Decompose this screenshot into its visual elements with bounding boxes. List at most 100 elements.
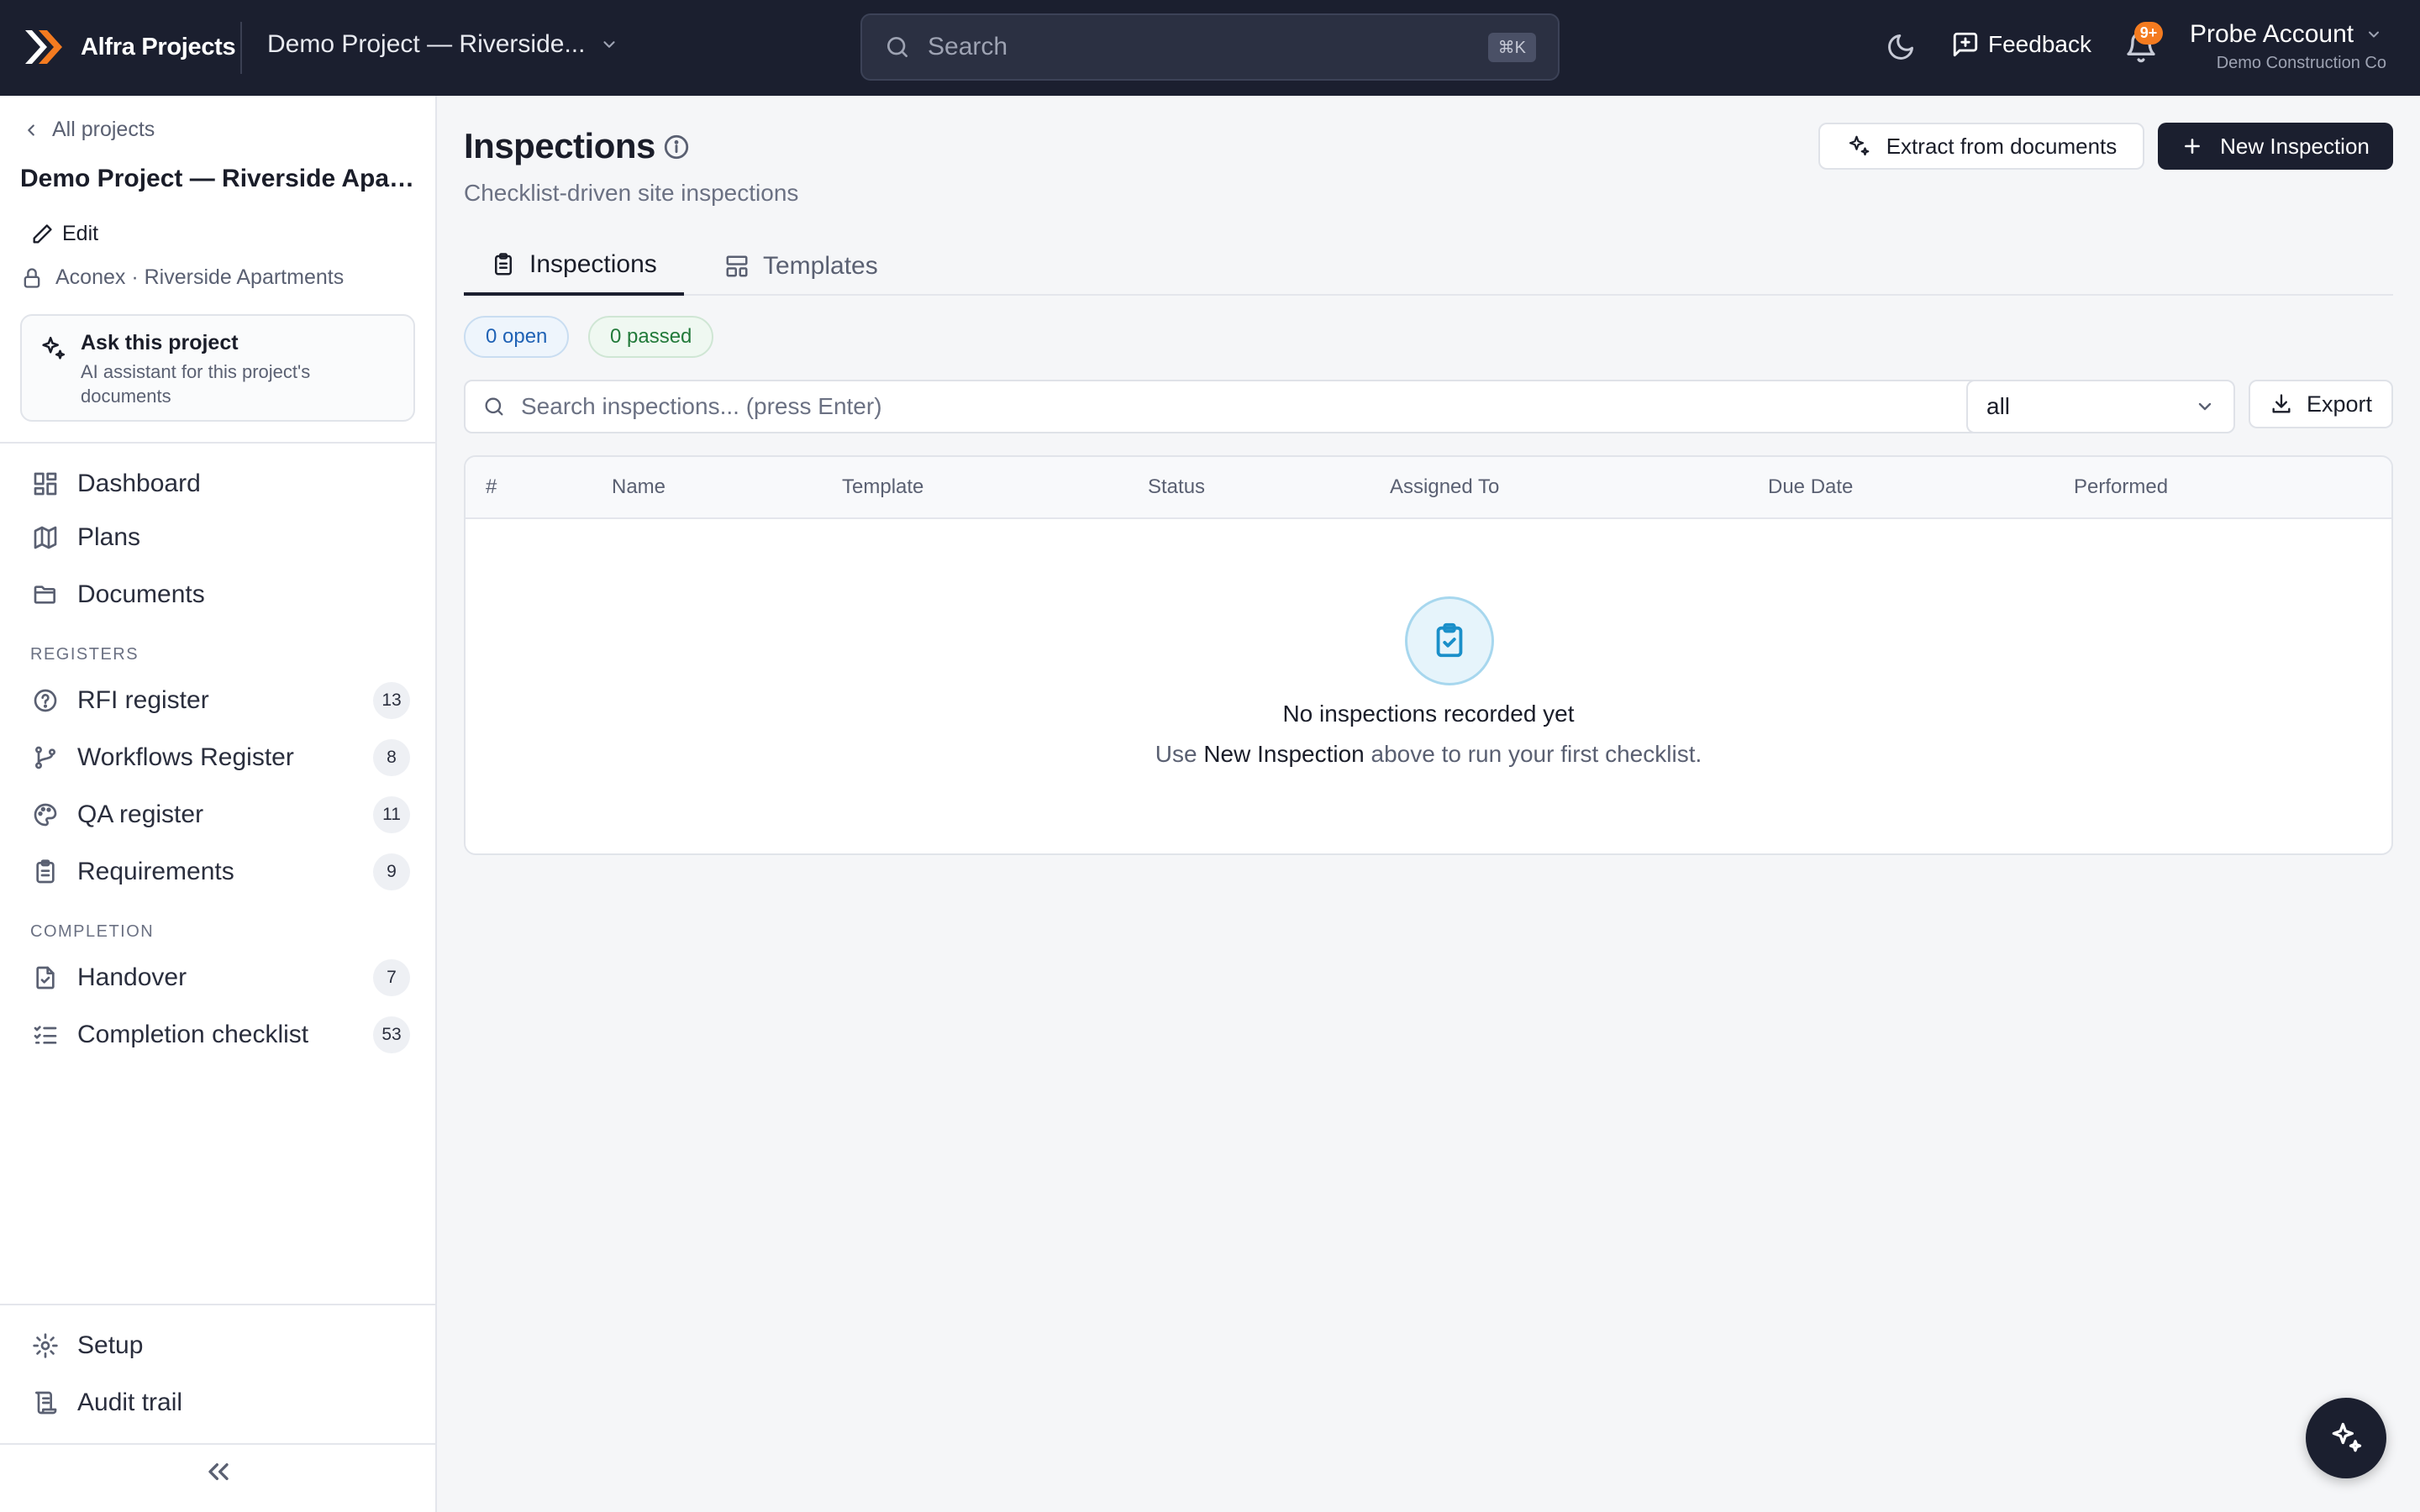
gear-icon (33, 1333, 58, 1358)
new-inspection-button[interactable]: New Inspection (2158, 123, 2393, 170)
sidebar-item-setup[interactable]: Setup (32, 1320, 410, 1371)
column-header-due-date[interactable]: Due Date (1768, 475, 1853, 499)
account-org: Demo Construction Co (2216, 54, 2386, 72)
inspections-search-input[interactable] (521, 393, 1961, 420)
back-to-projects-link[interactable]: All projects (22, 118, 155, 142)
tab-label: Inspections (529, 250, 657, 278)
search-icon (485, 397, 503, 416)
export-label: Export (2306, 391, 2373, 417)
count-badge: 11 (373, 796, 410, 833)
sidebar-item-dashboard[interactable]: Dashboard (32, 459, 410, 509)
sidebar-item-rfi-register[interactable]: RFI register 13 (32, 675, 410, 726)
lock-icon (24, 267, 40, 288)
brand[interactable]: Alfra Projects (24, 24, 236, 71)
clipboard-list-icon (36, 859, 55, 884)
sidebar-item-label: Handover (77, 963, 187, 991)
sidebar-item-requirements[interactable]: Requirements 9 (32, 847, 410, 897)
open-count-pill[interactable]: 0 open (464, 316, 570, 358)
moon-icon[interactable] (1886, 32, 1916, 62)
column-header-name[interactable]: Name (612, 475, 666, 499)
column-header-number[interactable]: # (486, 475, 497, 499)
empty-state-title: No inspections recorded yet (1282, 701, 1575, 727)
empty-state-icon-circle (1405, 596, 1494, 685)
scroll-icon (35, 1391, 57, 1415)
feedback-label: Feedback (1988, 31, 2091, 57)
tab-templates[interactable]: Templates (724, 237, 878, 296)
column-header-template[interactable]: Template (842, 475, 923, 499)
sidebar-divider (0, 1304, 437, 1305)
passed-count-pill[interactable]: 0 passed (588, 316, 714, 358)
tab-label: Templates (763, 252, 878, 280)
project-source-label: Aconex · Riverside Apartments (55, 265, 345, 289)
extract-from-documents-button[interactable]: Extract from documents (1818, 123, 2144, 170)
status-filter-value: all (1986, 393, 2011, 419)
ask-card-subtitle: AI assistant for this project's document… (81, 361, 311, 407)
sidebar-item-label: Requirements (77, 858, 234, 885)
count-badge: 13 (373, 682, 410, 719)
git-branch-icon (35, 746, 55, 769)
map-icon (34, 526, 57, 549)
sidebar-item-qa-register[interactable]: QA register 11 (32, 790, 410, 840)
sparkles-icon (1849, 135, 1870, 156)
chevron-down-icon (2369, 31, 2380, 38)
project-switcher[interactable]: Demo Project — Riverside... (267, 30, 618, 59)
sidebar-item-label: RFI register (77, 686, 209, 714)
download-icon (2272, 394, 2291, 413)
global-search[interactable]: ⌘K (860, 13, 1560, 81)
count-badge: 8 (373, 739, 410, 776)
column-header-performed[interactable]: Performed (2074, 475, 2168, 499)
sidebar-item-workflows-register[interactable]: Workflows Register 8 (32, 732, 410, 783)
tab-bar: Inspections Templates (464, 237, 2393, 296)
account-menu[interactable]: Probe Account Demo Construction Co (2190, 20, 2391, 73)
account-name: Probe Account (2190, 20, 2354, 48)
top-bar: Alfra Projects Demo Project — Riverside.… (0, 0, 2420, 96)
export-button[interactable]: Export (2249, 380, 2393, 428)
sidebar-item-plans[interactable]: Plans (32, 512, 410, 563)
page-title: Inspections (464, 126, 655, 165)
sparkles-icon (42, 336, 66, 360)
section-heading-registers: REGISTERS (30, 645, 139, 664)
edit-label: Edit (62, 222, 99, 245)
ai-assistant-fab[interactable] (2306, 1398, 2386, 1478)
sidebar-item-audit-trail[interactable]: Audit trail (32, 1378, 410, 1428)
back-link-label: All projects (52, 118, 155, 141)
column-header-assigned-to[interactable]: Assigned To (1390, 475, 1499, 499)
project-source: Aconex · Riverside Apartments (20, 265, 344, 290)
inspections-table: # Name Template Status Assigned To Due D… (464, 455, 2393, 855)
sidebar-item-completion-checklist[interactable]: Completion checklist 53 (32, 1010, 410, 1060)
count-badge: 9 (373, 853, 410, 890)
chevron-down-icon (603, 41, 616, 48)
collapse-sidebar-icon[interactable] (202, 1455, 235, 1488)
table-header: # Name Template Status Assigned To Due D… (466, 457, 2391, 519)
sidebar-item-handover[interactable]: Handover 7 (32, 953, 410, 1003)
dashboard-icon (34, 472, 57, 496)
folder-icon (34, 585, 55, 604)
sidebar-item-label: QA register (77, 801, 204, 828)
sidebar-project-name: Demo Project — Riverside Apart... (20, 165, 415, 192)
empty-state-text: Use (1155, 741, 1204, 767)
status-filter-select[interactable]: all (1966, 380, 2235, 433)
app-root: Alfra Projects Demo Project — Riverside.… (0, 0, 2420, 1512)
edit-project-button[interactable]: Edit (30, 222, 98, 246)
sidebar-item-label: Workflows Register (77, 743, 294, 771)
global-search-input[interactable] (928, 33, 1488, 61)
feedback-button[interactable]: Feedback (1951, 30, 2091, 59)
sparkles-icon (2332, 1422, 2362, 1452)
palette-icon (34, 803, 57, 827)
topbar-divider (240, 22, 242, 74)
tab-inspections[interactable]: Inspections (464, 237, 684, 296)
info-icon[interactable] (662, 133, 691, 161)
search-shortcut-hint: ⌘K (1487, 32, 1536, 62)
list-checks-icon (34, 1026, 57, 1044)
count-badge: 7 (373, 959, 410, 996)
ask-card-title: Ask this project (81, 331, 239, 354)
clipboard-list-icon (495, 253, 512, 276)
sidebar-item-label: Dashboard (77, 470, 201, 497)
help-circle-icon (34, 689, 57, 712)
sidebar-item-documents[interactable]: Documents (32, 570, 410, 620)
ask-project-card[interactable]: Ask this project AI assistant for this p… (20, 314, 415, 422)
inspections-search[interactable] (464, 380, 1980, 433)
message-plus-icon (1953, 32, 1978, 57)
column-header-status[interactable]: Status (1148, 475, 1205, 499)
pencil-icon (33, 223, 52, 243)
